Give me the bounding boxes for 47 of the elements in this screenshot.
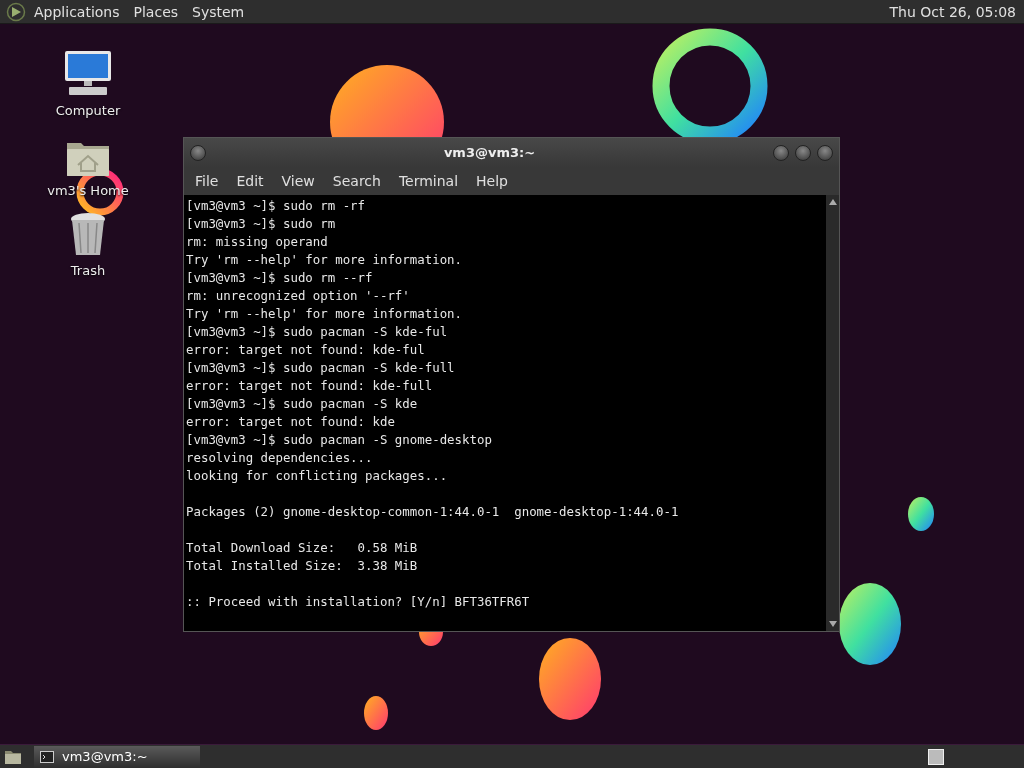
terminal-line: [vm3@vm3 ~]$ sudo rm --rf bbox=[186, 269, 374, 287]
terminal-line: Packages (2) gnome-desktop-common-1:44.0-1 gnome-desktop-1:44.0-1 bbox=[186, 503, 680, 521]
panel-menu[interactable]: Places bbox=[129, 3, 185, 20]
terminal-line: error: target not found: kde-ful bbox=[186, 341, 426, 359]
minimize-button[interactable] bbox=[773, 144, 789, 161]
play-logo-icon[interactable] bbox=[6, 1, 26, 22]
taskbar-button[interactable]: vm3@vm3:~ bbox=[34, 745, 200, 768]
terminal-line: resolving dependencies... bbox=[186, 449, 374, 467]
terminal-line: :: Proceed with installation? [Y/n] BFT36TFR6T bbox=[186, 593, 531, 611]
terminal-line: [vm3@vm3 ~]$ sudo rm bbox=[186, 215, 337, 233]
terminal-line: [vm3@vm3 ~]$ sudo pacman -S kde bbox=[186, 395, 419, 413]
window-menu-button[interactable] bbox=[190, 144, 206, 161]
close-button[interactable] bbox=[817, 144, 833, 161]
menu-item[interactable]: Help bbox=[467, 173, 517, 189]
workspace-switcher[interactable] bbox=[928, 748, 944, 765]
computer-icon[interactable] bbox=[63, 49, 113, 97]
terminal-icon bbox=[40, 750, 54, 763]
terminal-line: looking for conflicting packages... bbox=[186, 467, 449, 485]
clock[interactable]: Thu Oct 26, 05:08 bbox=[889, 3, 1018, 20]
menu-item[interactable]: File bbox=[186, 173, 228, 189]
panel-menu[interactable]: System bbox=[188, 3, 251, 20]
terminal-line: [vm3@vm3 ~]$ sudo rm -rf bbox=[186, 197, 367, 215]
maximize-button[interactable] bbox=[795, 144, 811, 161]
terminal-line: rm: missing operand bbox=[186, 233, 329, 251]
trash-icon[interactable] bbox=[69, 211, 107, 257]
terminal-line: [vm3@vm3 ~]$ sudo pacman -S kde-ful bbox=[186, 323, 449, 341]
menu-item[interactable]: View bbox=[272, 173, 324, 189]
terminal-line: error: target not found: kde-full bbox=[186, 377, 434, 395]
terminal-line: Total Installed Size: 3.38 MiB bbox=[186, 557, 419, 575]
scrollbar[interactable] bbox=[826, 195, 839, 631]
scroll-up-arrow-icon[interactable] bbox=[828, 199, 837, 205]
menu-item[interactable]: Terminal bbox=[389, 173, 468, 189]
window-title: vm3@vm3:~ bbox=[442, 145, 537, 160]
desktop-icon-label[interactable]: Computer bbox=[55, 103, 121, 118]
menu-item[interactable]: Edit bbox=[227, 173, 273, 189]
scroll-down-arrow-icon[interactable] bbox=[828, 621, 837, 627]
desktop-icon-label[interactable]: Trash bbox=[70, 263, 106, 278]
terminal-line: Try 'rm --help' for more information. bbox=[186, 251, 463, 269]
terminal-line: Try 'rm --help' for more information. bbox=[186, 305, 463, 323]
terminal-line: [vm3@vm3 ~]$ sudo pacman -S kde-full bbox=[186, 359, 456, 377]
terminal-line: rm: unrecognized option '--rf' bbox=[186, 287, 411, 305]
show-desktop-icon[interactable] bbox=[4, 748, 22, 765]
terminal-line: [vm3@vm3 ~]$ sudo pacman -S gnome-desktop bbox=[186, 431, 493, 449]
terminal-line: error: target not found: kde bbox=[186, 413, 396, 431]
panel-menu[interactable]: Applications bbox=[30, 3, 126, 20]
menu-item[interactable]: Search bbox=[323, 173, 390, 189]
terminal-line: Total Download Size: 0.58 MiB bbox=[186, 539, 419, 557]
